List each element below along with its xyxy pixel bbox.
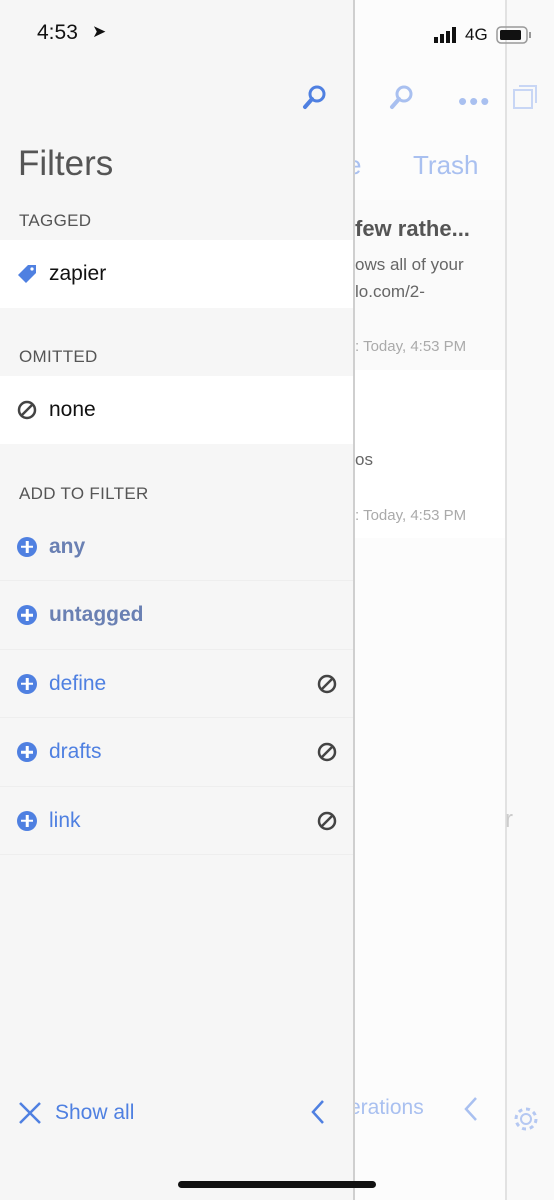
chevron-left-icon[interactable] (463, 1096, 479, 1122)
network-type: 4G (465, 25, 488, 44)
tab-partial[interactable]: e (355, 150, 361, 181)
tagged-item-zapier[interactable]: zapier (0, 240, 353, 308)
add-filter-item-untagged[interactable]: untagged (0, 582, 353, 650)
note-time: : Today, 4:53 PM (355, 507, 467, 524)
battery-icon (496, 26, 531, 44)
plus-circle-icon[interactable] (17, 605, 37, 625)
filters-panel: 4:53 ➤ Filters TAGGED zapier OMITTED non… (0, 0, 353, 1200)
add-filter-item-any[interactable]: any (0, 513, 353, 581)
expand-icon[interactable] (512, 84, 538, 110)
omitted-item-none[interactable]: none (0, 376, 353, 444)
note-card[interactable]: os : Today, 4:53 PM (355, 370, 505, 538)
add-filter-item-link[interactable]: link (0, 787, 353, 855)
tab-trash[interactable]: Trash (413, 150, 479, 181)
add-filter-item-drafts[interactable]: drafts (0, 719, 353, 787)
page-title: Filters (18, 144, 114, 183)
plus-circle-icon[interactable] (17, 673, 37, 694)
note-title: few rathe... (355, 216, 470, 241)
note-list-background: ••• e Trash few rathe... ows all of your… (353, 0, 505, 1200)
item-label: define (49, 671, 107, 695)
tag-icon (18, 265, 36, 283)
side-strip: r (505, 0, 554, 1200)
note-time: : Today, 4:53 PM (355, 338, 467, 355)
note-text: lo.com/2- (355, 282, 425, 301)
item-label: drafts (49, 740, 102, 763)
item-label: link (49, 808, 81, 832)
search-icon[interactable] (387, 84, 415, 112)
item-label: none (49, 398, 96, 421)
add-to-filter-header: ADD TO FILTER (19, 484, 149, 503)
location-icon: ➤ (92, 22, 107, 41)
ban-icon (17, 400, 37, 420)
omit-ban-icon[interactable] (317, 811, 337, 831)
note-text: os (355, 450, 373, 469)
note-text: ows all of your (355, 255, 464, 274)
item-label: zapier (49, 262, 107, 285)
tagged-header: TAGGED (19, 211, 92, 230)
item-label: any (49, 534, 86, 558)
signal-icon (434, 27, 460, 48)
show-all-button[interactable]: Show all (55, 1101, 134, 1125)
omitted-header: OMITTED (19, 347, 98, 366)
side-text: r (505, 806, 513, 833)
plus-circle-icon[interactable] (17, 742, 37, 762)
chevron-left-icon[interactable] (310, 1099, 326, 1125)
home-indicator (178, 1181, 376, 1188)
plus-circle-icon[interactable] (17, 536, 37, 557)
gear-icon[interactable] (511, 1104, 541, 1134)
omit-ban-icon[interactable] (317, 742, 337, 762)
item-label: untagged (49, 603, 144, 626)
more-icon[interactable]: ••• (458, 86, 491, 117)
operations-button[interactable]: erations (355, 1096, 424, 1120)
close-icon[interactable] (18, 1101, 42, 1125)
add-filter-item-define[interactable]: define (0, 650, 353, 718)
omit-ban-icon[interactable] (317, 674, 337, 694)
plus-circle-icon[interactable] (17, 810, 37, 831)
status-time: 4:53 (37, 21, 78, 44)
note-card[interactable]: few rathe... ows all of your lo.com/2- :… (355, 200, 505, 370)
search-icon[interactable] (300, 84, 328, 112)
